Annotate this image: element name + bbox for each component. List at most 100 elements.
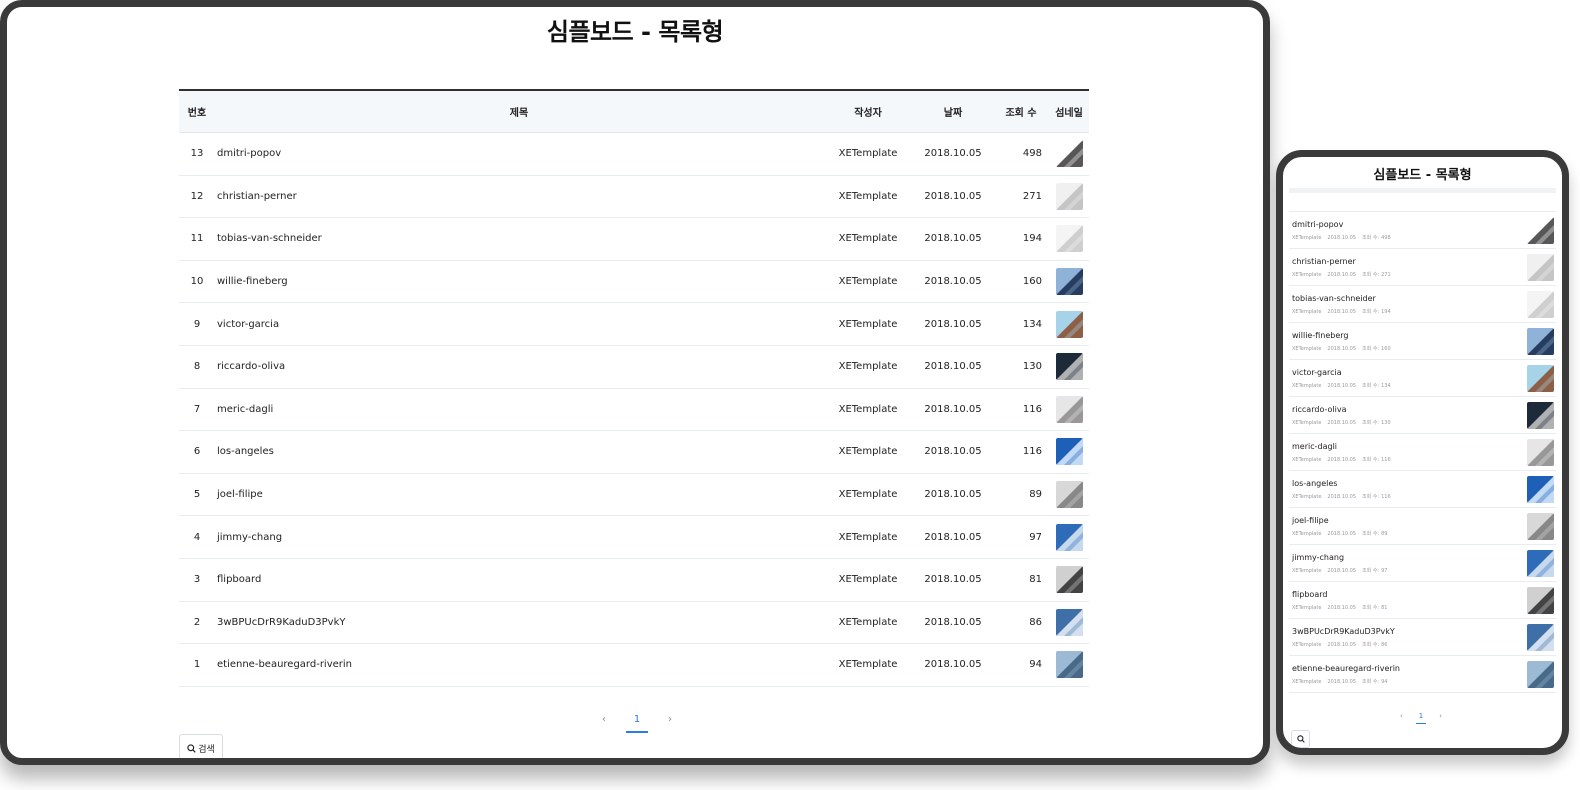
list-item[interactable]: christian-perner XETemplate 2018.10.05 조회 수… <box>1289 249 1556 286</box>
post-views: 97 <box>1029 531 1042 543</box>
table-row[interactable]: 4 jimmy-chang XETemplate 2018.10.05 97 <box>179 516 1089 559</box>
post-title-link[interactable]: victor-garcia <box>215 319 823 330</box>
mobile-post-title[interactable]: dmitri-popov <box>1292 220 1343 229</box>
list-item[interactable]: meric-dagli XETemplate 2018.10.05 조회 수: 116 <box>1289 434 1556 471</box>
post-views: 498 <box>1022 148 1042 160</box>
post-thumbnail[interactable] <box>1049 395 1089 423</box>
post-date: 2018.10.05 <box>924 489 982 501</box>
post-title-link[interactable]: 3wBPUcDrR9KaduD3PvkY <box>215 617 823 628</box>
post-title-link[interactable]: willie-fineberg <box>215 276 823 287</box>
post-thumbnail[interactable] <box>1049 481 1089 509</box>
mobile-views-label: 조회 수: <box>1362 272 1380 278</box>
table-row[interactable]: 6 los-angeles XETemplate 2018.10.05 116 <box>179 431 1089 474</box>
mobile-post-title[interactable]: tobias-van-schneider <box>1292 294 1376 303</box>
mobile-post-views: 116 <box>1381 457 1391 463</box>
post-thumbnail[interactable] <box>1049 523 1089 551</box>
post-date: 2018.10.05 <box>924 531 982 543</box>
table-row[interactable]: 3 flipboard XETemplate 2018.10.05 81 <box>179 559 1089 602</box>
mobile-post-title[interactable]: 3wBPUcDrR9KaduD3PvkY <box>1292 627 1395 636</box>
search-button[interactable]: 검색 <box>179 734 223 758</box>
mobile-page-1-link[interactable]: 1 <box>1415 712 1428 724</box>
mobile-prev-page-button[interactable]: ‹ <box>1400 712 1403 720</box>
list-item[interactable]: flipboard XETemplate 2018.10.05 조회 수: 81 <box>1289 582 1556 619</box>
mobile-post-author: XETemplate <box>1292 420 1322 426</box>
list-item[interactable]: los-angeles XETemplate 2018.10.05 조회 수: 116 <box>1289 471 1556 508</box>
post-thumbnail[interactable] <box>1049 608 1089 636</box>
post-title-link[interactable]: tobias-van-schneider <box>215 233 823 244</box>
post-thumbnail[interactable] <box>1049 225 1089 253</box>
post-number: 7 <box>193 403 201 415</box>
list-item[interactable]: jimmy-chang XETemplate 2018.10.05 조회 수: 97 <box>1289 545 1556 582</box>
table-row[interactable]: 12 christian-perner XETemplate 2018.10.05 27… <box>179 176 1089 219</box>
table-row[interactable]: 11 tobias-van-schneider XETemplate 2018.10.… <box>179 218 1089 261</box>
post-title-link[interactable]: dmitri-popov <box>215 148 823 159</box>
table-row[interactable]: 5 joel-filipe XETemplate 2018.10.05 89 <box>179 474 1089 517</box>
mobile-post-meta: XETemplate 2018.10.05 조회 수: 194 <box>1292 308 1397 315</box>
mobile-post-title[interactable]: etienne-beauregard-riverin <box>1292 664 1400 673</box>
post-title-link[interactable]: los-angeles <box>215 446 823 457</box>
mobile-post-title[interactable]: victor-garcia <box>1292 368 1342 377</box>
post-author: XETemplate <box>838 318 898 330</box>
post-thumbnail[interactable] <box>1049 353 1089 381</box>
post-thumbnail[interactable] <box>1049 140 1089 168</box>
mobile-views-label: 조회 수: <box>1362 383 1380 389</box>
post-author: XETemplate <box>838 446 898 458</box>
post-author: XETemplate <box>838 233 898 245</box>
mobile-post-date: 2018.10.05 <box>1327 642 1357 648</box>
mobile-post-date: 2018.10.05 <box>1327 235 1357 241</box>
table-row[interactable]: 2 3wBPUcDrR9KaduD3PvkY XETemplate 2018.10.0… <box>179 602 1089 645</box>
table-row[interactable]: 9 victor-garcia XETemplate 2018.10.05 134 <box>179 303 1089 346</box>
post-thumbnail[interactable] <box>1049 438 1089 466</box>
post-title-link[interactable]: jimmy-chang <box>215 532 823 543</box>
list-item[interactable]: 3wBPUcDrR9KaduD3PvkY XETemplate 2018.10.05… <box>1289 619 1556 656</box>
table-row[interactable]: 13 dmitri-popov XETemplate 2018.10.05 498 <box>179 133 1089 176</box>
mobile-post-title[interactable]: willie-fineberg <box>1292 331 1349 340</box>
table-row[interactable]: 10 willie-fineberg XETemplate 2018.10.05 160 <box>179 261 1089 304</box>
diagonal-architecture-thumbnail <box>1055 140 1083 168</box>
post-views: 134 <box>1022 318 1042 330</box>
post-date: 2018.10.05 <box>924 233 982 245</box>
mobile-next-page-button[interactable]: › <box>1439 712 1442 720</box>
list-item[interactable]: riccardo-oliva XETemplate 2018.10.05 조회 수: 1… <box>1289 397 1556 434</box>
post-title-link[interactable]: meric-dagli <box>215 404 823 415</box>
mobile-post-meta: XETemplate 2018.10.05 조회 수: 160 <box>1292 345 1397 352</box>
mobile-post-title[interactable]: riccardo-oliva <box>1292 405 1347 414</box>
table-row[interactable]: 1 etienne-beauregard-riverin XETemplate 201… <box>179 644 1089 687</box>
table-row[interactable]: 7 meric-dagli XETemplate 2018.10.05 116 <box>179 389 1089 432</box>
mobile-post-title[interactable]: meric-dagli <box>1292 442 1337 451</box>
mobile-search-button[interactable] <box>1291 730 1310 748</box>
mobile-post-title[interactable]: christian-perner <box>1292 257 1356 266</box>
page-1-link[interactable]: 1 <box>625 714 649 733</box>
list-item[interactable]: willie-fineberg XETemplate 2018.10.05 조회 수:… <box>1289 323 1556 360</box>
list-item[interactable]: joel-filipe XETemplate 2018.10.05 조회 수: 89 <box>1289 508 1556 545</box>
mono-building-thumbnail <box>1055 566 1083 594</box>
post-thumbnail[interactable] <box>1049 182 1089 210</box>
blue-tower-thumbnail <box>1055 523 1083 551</box>
mobile-post-title[interactable]: jimmy-chang <box>1292 553 1344 562</box>
prev-page-button[interactable]: ‹ <box>602 714 606 725</box>
post-number: 10 <box>190 276 204 288</box>
post-thumbnail[interactable] <box>1049 651 1089 679</box>
mobile-post-title[interactable]: flipboard <box>1292 590 1327 599</box>
post-thumbnail[interactable] <box>1049 310 1089 338</box>
post-title-link[interactable]: christian-perner <box>215 191 823 202</box>
next-page-button[interactable]: › <box>668 714 672 725</box>
mobile-post-meta: XETemplate 2018.10.05 조회 수: 86 <box>1292 641 1394 648</box>
list-item[interactable]: dmitri-popov XETemplate 2018.10.05 조회 수: 498 <box>1289 212 1556 249</box>
post-views: 116 <box>1022 446 1042 458</box>
list-item[interactable]: victor-garcia XETemplate 2018.10.05 조회 수: 13… <box>1289 360 1556 397</box>
post-thumbnail[interactable] <box>1049 268 1089 296</box>
mobile-post-title[interactable]: joel-filipe <box>1292 516 1329 525</box>
blue-cross-thumbnail <box>1055 438 1083 466</box>
post-title-link[interactable]: etienne-beauregard-riverin <box>215 659 823 670</box>
post-title-link[interactable]: joel-filipe <box>215 489 823 500</box>
list-item[interactable]: tobias-van-schneider XETemplate 2018.10.05… <box>1289 286 1556 323</box>
list-item[interactable]: etienne-beauregard-riverin XETemplate 2018… <box>1289 656 1556 693</box>
post-thumbnail[interactable] <box>1049 566 1089 594</box>
column-header-thumbnail: 섬네일 <box>1055 108 1083 119</box>
post-author: XETemplate <box>838 276 898 288</box>
post-title-link[interactable]: flipboard <box>215 574 823 585</box>
post-title-link[interactable]: riccardo-oliva <box>215 361 823 372</box>
mobile-post-title[interactable]: los-angeles <box>1292 479 1337 488</box>
table-row[interactable]: 8 riccardo-oliva XETemplate 2018.10.05 130 <box>179 346 1089 389</box>
